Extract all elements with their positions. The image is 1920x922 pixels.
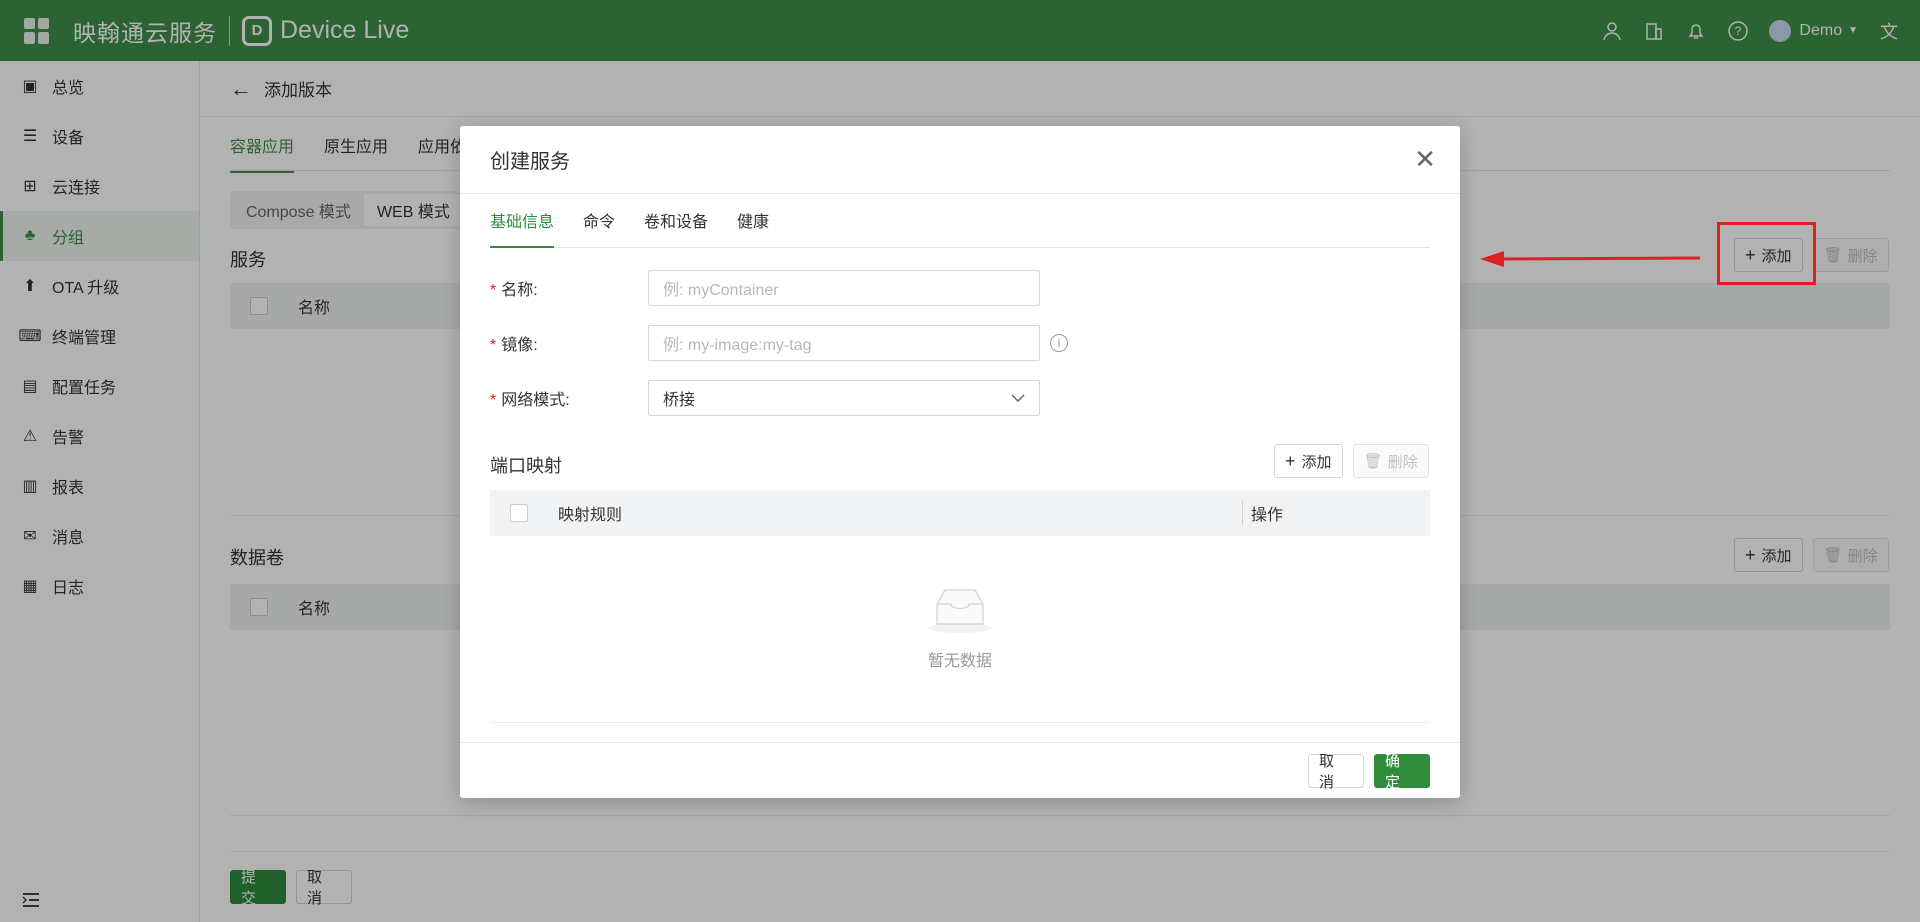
tab-health[interactable]: 健康 [737, 213, 769, 248]
plus-icon: + [1285, 450, 1296, 471]
select-all-checkbox[interactable] [510, 504, 528, 522]
column-divider [1242, 501, 1243, 525]
annotation-highlight-box [1717, 222, 1816, 285]
dialog-title: 创建服务 [490, 151, 570, 173]
table-bottom-line [490, 722, 1430, 723]
image-field-row: * 镜像: 例: my-image:my-tag i [490, 325, 1068, 361]
name-label: * 名称: [490, 282, 538, 299]
tab-command[interactable]: 命令 [583, 213, 615, 248]
dialog-ok-button[interactable]: 确 定 [1374, 753, 1430, 791]
tab-basic-info[interactable]: 基础信息 [490, 213, 555, 248]
name-input[interactable]: 例: myContainer [648, 270, 1040, 306]
trash-icon: 🗑 [1363, 453, 1383, 470]
network-mode-select[interactable]: 桥接 [648, 380, 1040, 416]
image-input[interactable]: 例: my-image:my-tag [648, 325, 1040, 361]
dialog-tabs: 基础信息 命令 卷和设备 健康 [490, 213, 1430, 248]
create-service-dialog: 创建服务 ✕ 基础信息 命令 卷和设备 健康 * 名称: 例: myContain… [460, 126, 1460, 798]
action-column-header: 操作 [1251, 507, 1284, 524]
mapping-rule-column-header: 映射规则 [558, 507, 623, 524]
network-field-row: * 网络模式: 桥接 [490, 380, 1040, 416]
info-icon[interactable]: i [1050, 334, 1068, 352]
empty-inbox-icon [928, 589, 992, 633]
annotation-arrow-icon [1480, 251, 1701, 267]
add-port-button[interactable]: + 添加 [1274, 444, 1343, 478]
dialog-cancel-button[interactable]: 取 消 [1308, 753, 1364, 791]
close-icon[interactable]: ✕ [1414, 146, 1436, 172]
delete-port-button[interactable]: 🗑 删除 [1352, 444, 1429, 478]
port-mapping-title: 端口映射 [490, 456, 562, 476]
dialog-footer: 取 消 确 定 [460, 742, 1460, 798]
chevron-down-icon [1011, 394, 1025, 402]
dialog-header: 创建服务 [460, 126, 1460, 194]
port-table-header: 映射规则 操作 [490, 490, 1430, 536]
tab-volumes-devices[interactable]: 卷和设备 [644, 213, 708, 248]
empty-state: 暂无数据 [490, 586, 1430, 671]
name-field-row: * 名称: 例: myContainer [490, 270, 1040, 306]
network-label: * 网络模式: [490, 392, 570, 409]
image-label: * 镜像: [490, 337, 538, 354]
empty-text: 暂无数据 [927, 653, 992, 670]
network-mode-value: 桥接 [663, 392, 696, 409]
